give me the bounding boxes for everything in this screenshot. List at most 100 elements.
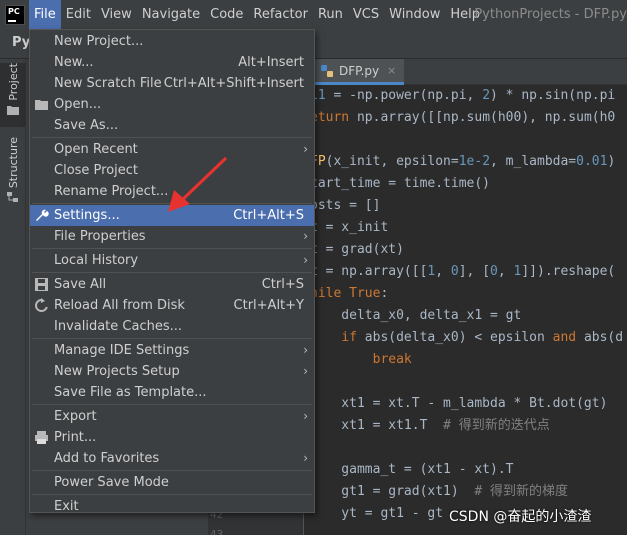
code-line: delta_x0, delta_x1 = gt [310,308,522,323]
submenu-arrow-icon: › [303,343,308,357]
line-number: 43 [210,528,224,535]
menu-item-print[interactable]: Print... [30,427,314,448]
menu-code[interactable]: Code [205,0,248,29]
menu-item-label: Print... [54,430,97,445]
menu-item-label: New Projects Setup [54,364,180,379]
code-editor[interactable]: 11 = -np.power(np.pi, 2) * np.sin(np.pi e… [304,85,627,535]
menu-item-shortcut: Ctrl+Alt+Y [233,298,304,313]
menu-view[interactable]: View [96,0,137,29]
menu-item-exit[interactable]: Exit [30,496,314,517]
submenu-arrow-icon: › [303,451,308,465]
menu-separator [32,137,312,138]
code-line: gamma_t = (xt1 - xt).T [310,462,514,477]
code-line: 11 = -np.power(np.pi, 2) * np.sin(np.pi [310,88,616,103]
menu-vcs[interactable]: VCS [348,0,384,29]
menu-item-file-properties[interactable]: File Properties › [30,226,314,247]
menu-separator [32,470,312,471]
menu-item-open[interactable]: Open... [30,94,314,115]
project-name: Py [12,35,31,50]
folder-icon [35,100,48,110]
menu-item-shortcut: Ctrl+Alt+S [233,208,304,223]
menu-item-manage-ide-settings[interactable]: Manage IDE Settings › [30,340,314,361]
menu-item-label: New Scratch File [54,76,162,91]
menu-item-invalidate-caches[interactable]: Invalidate Caches... [30,316,314,337]
menu-run[interactable]: Run [313,0,348,29]
menu-item-label: Export [54,409,97,424]
left-tool-strip: Project Structure [0,59,26,535]
menu-item-reload-all-from-disk[interactable]: Reload All from Disk Ctrl+Alt+Y [30,295,314,316]
submenu-arrow-icon: › [303,409,308,423]
menu-item-label: Save As... [54,118,119,133]
menu-item-power-save-mode[interactable]: Power Save Mode [30,472,314,493]
wrench-icon [36,209,49,221]
menu-item-label: Exit [54,499,79,514]
menu-edit[interactable]: Edit [61,0,96,29]
menu-item-shortcut: Alt+Insert [238,55,304,70]
code-line: FP(x_init, epsilon=1e-2, m_lambda=0.01) [310,154,616,169]
menu-item-label: Add to Favorites [54,451,160,466]
menu-item-label: Manage IDE Settings [54,343,190,358]
menu-item-label: Save All [54,277,107,292]
code-line: yt = gt1 - gt [310,506,444,521]
menu-item-label: Local History [54,253,139,268]
menu-item-add-to-favorites[interactable]: Add to Favorites › [30,448,314,469]
menu-item-save-file-as-template[interactable]: Save File as Template... [30,382,314,403]
menu-bar: PC File Edit View Navigate Code Refactor Run VC… [0,0,627,29]
menu-item-label: Invalidate Caches... [54,319,183,334]
menu-window[interactable]: Window [384,0,445,29]
code-line: xt1 = xt1.T # 得到新的迭代点 [310,418,550,433]
csdn-watermark: CSDN @奋起的小渣渣 [449,509,592,525]
menu-item-label: Settings... [54,208,120,223]
menu-navigate[interactable]: Navigate [137,0,205,29]
save-icon [35,278,48,291]
menu-item-label: Power Save Mode [54,475,169,490]
submenu-arrow-icon: › [303,142,308,156]
menu-item-label: Rename Project... [54,184,169,199]
menu-item-shortcut: Ctrl+Alt+Shift+Insert [163,76,304,91]
menu-item-new-scratch-file[interactable]: New Scratch File Ctrl+Alt+Shift+Insert [30,73,314,94]
code-line: eturn np.array([[np.sum(h00), np.sum(h0 [310,110,616,125]
tab-dfp-py[interactable]: DFP.py × [312,59,405,85]
code-line: hile True: [310,286,389,301]
folder-icon [7,105,19,115]
menu-item-new[interactable]: New... Alt+Insert [30,52,314,73]
menu-refactor[interactable]: Refactor [248,0,313,29]
menu-file[interactable]: File [29,0,61,29]
menu-item-label: Open Recent [54,142,138,157]
menu-item-label: New... [54,55,94,70]
project-tool-tab[interactable]: Project [0,63,26,127]
menu-item-label: Reload All from Disk [54,298,185,313]
structure-icon [7,192,18,203]
python-file-icon [321,64,333,77]
code-line: osts = [] [310,198,381,213]
menu-separator [32,248,312,249]
code-line: t = np.array([[1, 0], [0, 1]]).reshape( [310,264,616,279]
menu-separator [32,494,312,495]
red-arrow-annotation-icon [168,156,228,212]
window-title: PythonProjects - DFP.py [474,7,627,22]
menu-item-save-all[interactable]: Save All Ctrl+S [30,274,314,295]
menu-item-label: New Project... [54,34,144,49]
menu-items: File Edit View Navigate Code Refactor Run VCS Wi… [29,0,485,29]
code-line: xt1 = xt.T - m_lambda * Bt.dot(gt) [310,396,608,411]
submenu-arrow-icon: › [303,253,308,267]
menu-item-new-projects-setup[interactable]: New Projects Setup › [30,361,314,382]
code-line: t = grad(xt) [310,242,404,257]
pycharm-logo-icon: PC [5,4,25,25]
menu-item-local-history[interactable]: Local History › [30,250,314,271]
menu-item-label: Save File as Template... [54,385,207,400]
code-line: t = x_init [310,220,389,235]
menu-item-export[interactable]: Export › [30,406,314,427]
menu-separator [32,272,312,273]
editor-tab-bar: DFP.py × [304,59,627,85]
code-line: break [372,352,412,367]
menu-item-label: Open... [54,97,102,112]
reload-icon [35,298,48,312]
menu-item-new-project[interactable]: New Project... [30,31,314,52]
submenu-arrow-icon: › [303,364,308,378]
structure-tool-tab[interactable]: Structure [0,137,26,209]
menu-separator [32,338,312,339]
tab-label: DFP.py [339,63,380,78]
menu-item-save-as[interactable]: Save As... [30,115,314,136]
tab-close-icon[interactable]: × [387,64,396,77]
